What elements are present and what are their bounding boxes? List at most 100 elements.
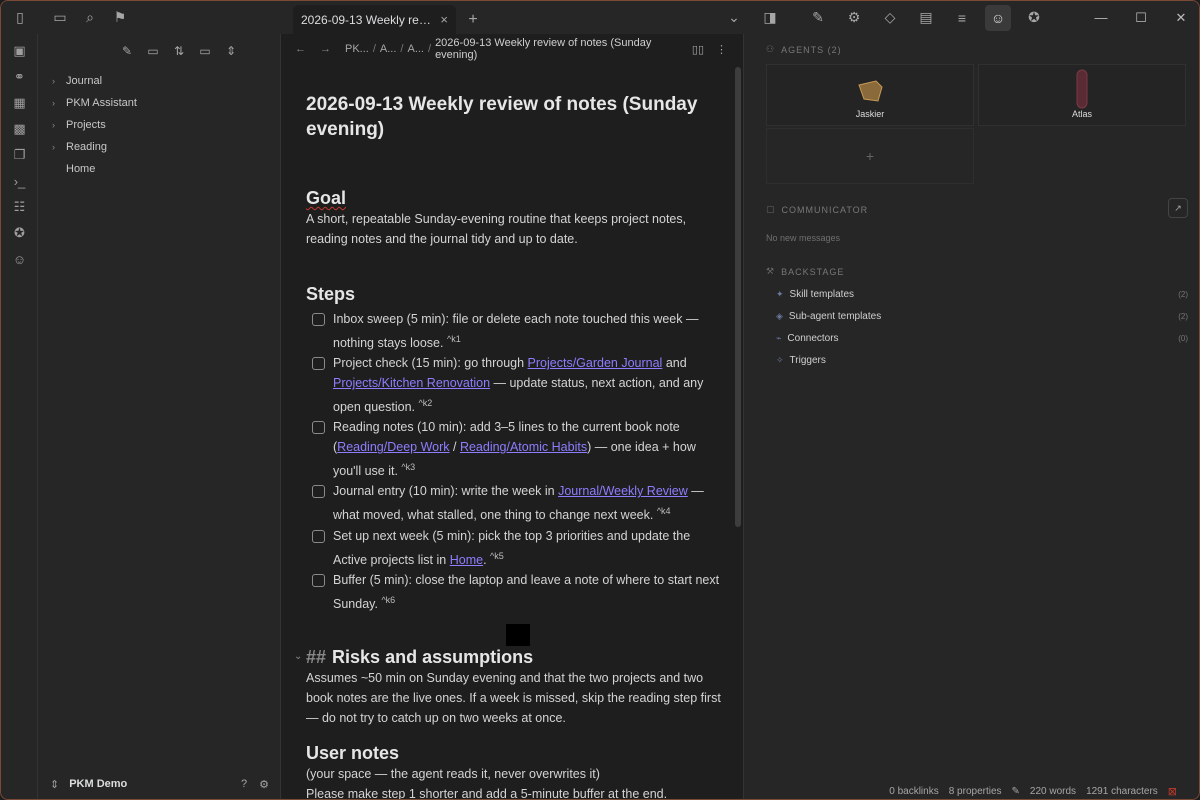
agents-icon[interactable]: ☺ [985,4,1011,31]
new-folder-icon[interactable]: ▭ [145,43,161,59]
backstage-triggers[interactable]: ✧ Triggers [766,349,1188,371]
graph-icon[interactable]: ⚭ [1,64,38,90]
tree-item-journal[interactable]: › Journal [38,70,280,92]
left-toolbar: ▯ ▭ ⌕ ⚑ [1,1,281,34]
add-agent-button[interactable]: + [766,128,974,184]
plug-icon: ⌁ [776,332,782,343]
tree-item-home[interactable]: Home [38,158,280,180]
block-ref: ^k3 [401,462,416,473]
tab-weekly-review[interactable]: 2026-09-13 Weekly review... × [293,5,456,34]
star-icon[interactable]: ✪ [1021,5,1047,31]
reading-view-icon[interactable]: ▯▯ [692,43,704,56]
chevron-right-icon: › [52,98,55,108]
link-weekly-review[interactable]: Journal/Weekly Review [558,484,688,498]
sync-error-icon[interactable]: ⊠ [1168,785,1177,798]
breadcrumb-1[interactable]: PK... [345,43,369,55]
editor-scrollbar[interactable] [735,67,741,527]
link-home[interactable]: Home [450,553,483,567]
copy-icon[interactable]: ❐ [1,142,38,168]
edit-pencil-icon[interactable]: ✎ [1012,786,1020,797]
back-arrow-icon[interactable]: ← [295,43,306,55]
breadcrumb-current: 2026-09-13 Weekly review of notes (Sunda… [435,37,652,61]
backstage-skill-templates[interactable]: ✦ Skill templates (2) [766,283,1188,305]
step-checkbox[interactable] [312,573,325,587]
step-checkbox[interactable] [312,421,325,435]
collapse-icon[interactable]: ▭ [197,43,213,59]
canvas-icon[interactable]: ▦ [1,90,38,116]
agent-name: Jaskier [855,109,885,119]
open-external-icon[interactable]: ↗ [1168,198,1188,218]
search-icon[interactable]: ⌕ [77,5,103,31]
maximize-icon[interactable]: ☐ [1121,1,1161,34]
toggle-right-sidebar-icon[interactable]: ◨ [757,5,783,31]
properties-count[interactable]: 8 properties [949,786,1002,797]
steps-list: Inbox sweep (5 min): file or delete each… [306,309,726,614]
tree-item-reading[interactable]: › Reading [38,136,280,158]
signature-icon[interactable]: ✎ [805,5,831,31]
sort-icon[interactable]: ⇅ [171,43,187,59]
app-window: ▯ ▭ ⌕ ⚑ 2026-09-13 Weekly review... × + … [0,0,1200,800]
more-options-icon[interactable]: ⋮ [716,43,727,56]
close-window-icon[interactable]: ✕ [1161,1,1199,34]
goal-heading: Goal [306,188,347,208]
step-checkbox[interactable] [312,529,325,543]
agent-card-atlas[interactable]: Atlas [978,64,1186,126]
tag-icon[interactable]: ◇ [877,5,903,31]
plugin-icon[interactable]: ⚙ [841,5,867,31]
bolt-icon: ✧ [776,354,784,365]
fold-chevron-icon[interactable]: ⌄ [294,651,302,662]
risks-heading: ## Risks and assumptions [306,646,534,667]
tree-item-label: PKM Assistant [66,97,137,109]
link-garden-journal[interactable]: Projects/Garden Journal [528,356,663,370]
help-icon[interactable]: ? [241,778,247,791]
link-deep-work[interactable]: Reading/Deep Work [337,440,449,454]
step-item: Inbox sweep (5 min): file or delete each… [306,309,726,353]
new-tab-button[interactable]: + [460,7,486,33]
wrench-icon: ⚒ [766,266,776,276]
link-kitchen-renovation[interactable]: Projects/Kitchen Renovation [333,376,490,390]
explorer-toolbar: ✎ ▭ ⇅ ▭ ⇕ [38,34,280,68]
backstage-connectors[interactable]: ⌁ Connectors (0) [766,327,1188,349]
calendar-icon[interactable]: ▩ [1,116,38,142]
communicator-header: ▢ COMMUNICATOR [766,204,869,215]
backlinks-count[interactable]: 0 backlinks [889,786,938,797]
forward-arrow-icon[interactable]: → [320,43,331,55]
no-messages-text: No new messages [766,233,841,243]
kanban-icon[interactable]: ☷ [1,194,38,220]
editor-pane: ← → PK... / A... / A... / 2026-09-13 Wee… [281,34,743,799]
step-checkbox[interactable] [312,485,325,499]
tree-item-projects[interactable]: › Projects [38,114,280,136]
archive-icon[interactable]: ▤ [913,5,939,31]
breadcrumb-2[interactable]: A... [380,43,397,55]
terminal-icon[interactable]: ›_ [1,168,38,194]
list-icon[interactable]: ≡ [949,5,975,31]
folder-icon[interactable]: ▭ [47,5,73,31]
goal-text: A short, repeatable Sunday-evening routi… [306,212,687,246]
chat-icon: ▢ [766,204,776,214]
note-content[interactable]: 2026-09-13 Weekly review of notes (Sunda… [294,92,726,799]
chevron-down-icon[interactable]: ⌄ [721,5,747,31]
minimize-icon[interactable]: — [1081,1,1121,34]
badge-icon[interactable]: ✪ [1,220,38,246]
step-checkbox[interactable] [312,357,325,371]
users-icon[interactable]: ☺ [1,246,38,272]
close-tab-icon[interactable]: × [440,12,448,27]
right-toolbar: ⌄ ◨ ✎ ⚙ ◇ ▤ ≡ ☺ ✪ — ☐ ✕ [721,1,1199,34]
status-bar: 0 backlinks 8 properties ✎ 220 words 129… [889,783,1177,799]
new-note-icon[interactable]: ▣ [1,38,38,64]
chevron-right-icon: › [52,76,55,86]
link-atomic-habits[interactable]: Reading/Atomic Habits [460,440,587,454]
vault-switcher[interactable]: ⇕ PKM Demo ? ⚙ [38,767,281,799]
settings-gear-icon[interactable]: ⚙ [259,778,269,791]
agent-card-jaskier[interactable]: Jaskier [766,64,974,126]
tree-item-pkm-assistant[interactable]: › PKM Assistant [38,92,280,114]
step-checkbox[interactable] [312,313,325,326]
user-notes-heading: User notes [306,742,400,763]
expand-icon[interactable]: ⇕ [223,43,239,59]
bookmark-icon[interactable]: ⚑ [107,5,133,31]
new-note-icon[interactable]: ✎ [119,43,135,59]
breadcrumb-3[interactable]: A... [407,43,424,55]
toggle-left-sidebar-icon[interactable]: ▯ [7,5,33,31]
backstage-subagent-templates[interactable]: ◈ Sub-agent templates (2) [766,305,1188,327]
backstage-section: ⚒ BACKSTAGE ✦ Skill templates (2) ◈ Sub-… [766,266,1188,371]
